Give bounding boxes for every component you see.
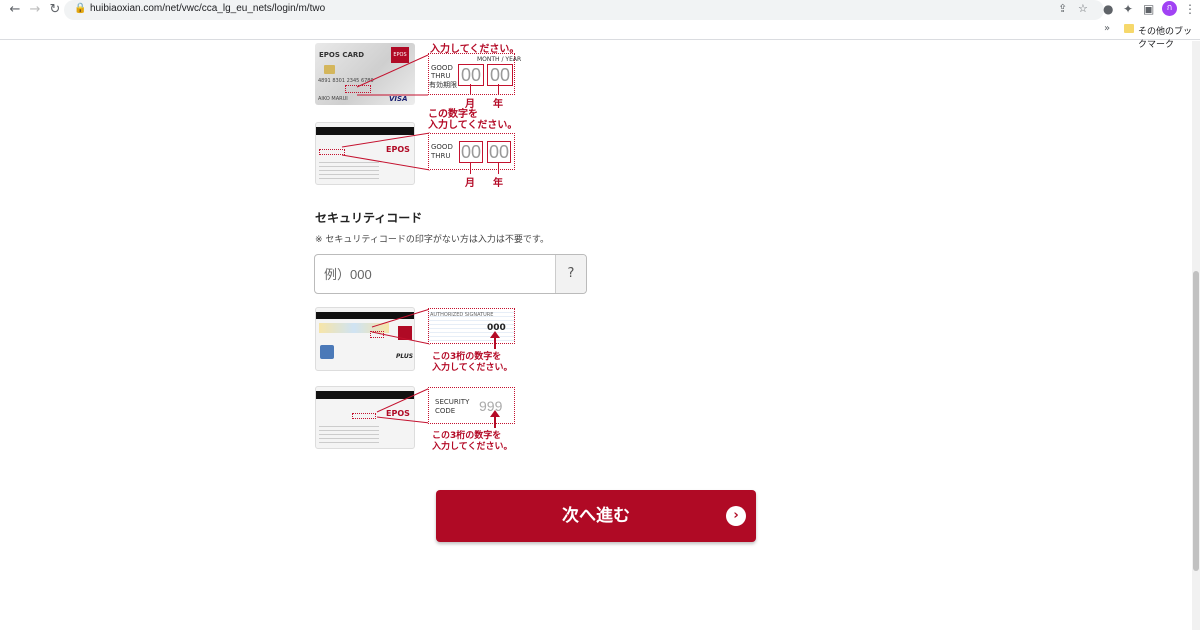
back-icon[interactable]: ← bbox=[6, 2, 24, 18]
front-month-char: 月 bbox=[465, 99, 475, 110]
sec-fine-print bbox=[319, 423, 379, 443]
side-panel-icon[interactable]: ▣ bbox=[1143, 2, 1154, 16]
menu-icon[interactable]: ⋮ bbox=[1184, 2, 1196, 16]
lock-icon: 🔒 bbox=[74, 3, 87, 14]
security-code-title: セキュリティコード bbox=[315, 211, 423, 225]
card-holder: AIKO MARUI bbox=[318, 96, 348, 102]
cvv-back-arrow-icon bbox=[490, 331, 500, 338]
front-month-connector bbox=[470, 84, 471, 95]
security-code-note: ※ セキュリティコードの印字がない方は入力は不要です。 bbox=[315, 235, 549, 245]
plus-logo: PLUS bbox=[396, 353, 414, 360]
front-year-char: 年 bbox=[493, 99, 503, 110]
cvv-front-instruction-2: 入力してください。 bbox=[432, 442, 513, 452]
cvv-front-callout: SECURITY CODE 999 bbox=[428, 387, 515, 424]
back-year-connector bbox=[498, 162, 499, 174]
address-bar[interactable]: 🔒 huibiaoxian.com/net/vwc/cca_lg_eu_nets… bbox=[64, 0, 1104, 20]
security-code-field: ? bbox=[314, 254, 587, 294]
cvv-front-pointer-lines bbox=[376, 387, 431, 424]
expiry-back-callout: GOOD THRU 00 00 bbox=[428, 133, 515, 170]
cvv-back-instruction-1: この3桁の数字を bbox=[432, 352, 502, 362]
security-code-label: SECURITY CODE bbox=[435, 398, 470, 415]
expiry-jp-label: 有効期限 bbox=[429, 81, 457, 89]
scrollbar-thumb[interactable] bbox=[1193, 271, 1199, 571]
authorized-signature-label: AUTHORIZED SIGNATURE bbox=[430, 312, 494, 318]
bookmark-star-icon[interactable]: ☆ bbox=[1078, 2, 1088, 15]
back-year-char: 年 bbox=[493, 178, 503, 189]
extension-icon[interactable]: ● bbox=[1103, 2, 1113, 16]
url-text: huibiaoxian.com/net/vwc/cca_lg_eu_nets/l… bbox=[90, 3, 326, 14]
chevron-right-icon: › bbox=[726, 506, 746, 526]
month-year-label: MONTH / YEAR bbox=[477, 56, 522, 63]
cvv-back-callout: AUTHORIZED SIGNATURE 000 bbox=[428, 308, 515, 344]
share-icon[interactable]: ⇪ bbox=[1058, 2, 1067, 15]
cvv-front-instruction-1: この3桁の数字を bbox=[432, 431, 502, 441]
reload-icon[interactable]: ↻ bbox=[46, 2, 64, 18]
forward-icon[interactable]: → bbox=[26, 2, 44, 18]
profile-avatar[interactable]: ก bbox=[1162, 1, 1177, 16]
front-year-box: 00 bbox=[487, 64, 513, 86]
front-year-connector bbox=[498, 84, 499, 95]
back-good-thru-label: GOOD THRU bbox=[431, 143, 453, 160]
bookmarks-bar: » その他のブックマーク bbox=[0, 20, 1200, 50]
back-month-box: 00 bbox=[459, 141, 483, 163]
cvv-front-arrow-icon bbox=[490, 410, 500, 417]
security-code-help-button[interactable]: ? bbox=[555, 255, 586, 293]
next-button-label: 次へ進む bbox=[562, 506, 630, 526]
expiry-front-pointer-lines bbox=[356, 54, 429, 96]
back-month-char: 月 bbox=[465, 178, 475, 189]
security-code-highlight bbox=[352, 413, 376, 419]
good-thru-label: GOOD THRU bbox=[431, 64, 453, 80]
next-button[interactable]: 次へ進む › bbox=[436, 490, 756, 542]
expiry-back-pointer-lines bbox=[341, 132, 431, 171]
folder-icon bbox=[1124, 24, 1134, 33]
expiry-front-callout: MONTH / YEAR GOOD THRU 有効期限 00 00 bbox=[428, 53, 521, 95]
front-month-box: 00 bbox=[458, 64, 484, 86]
hologram-icon bbox=[320, 345, 334, 359]
bookmarks-overflow-icon[interactable]: » bbox=[1104, 23, 1110, 34]
cvv-back-pointer-lines bbox=[371, 308, 431, 345]
page-scrollbar[interactable] bbox=[1192, 41, 1200, 630]
other-bookmarks[interactable]: その他のブックマーク bbox=[1138, 24, 1200, 50]
expiry-back-instruction-2: 入力してください。 bbox=[428, 120, 518, 131]
security-code-input[interactable] bbox=[315, 255, 555, 293]
chip-icon bbox=[324, 65, 335, 74]
puzzle-icon[interactable]: ✦ bbox=[1123, 2, 1133, 16]
back-year-box: 00 bbox=[487, 141, 511, 163]
back-month-connector bbox=[470, 162, 471, 174]
cvv-back-instruction-2: 入力してください。 bbox=[432, 363, 513, 373]
browser-chrome: ← → ↻ 🔒 huibiaoxian.com/net/vwc/cca_lg_e… bbox=[0, 0, 1200, 50]
